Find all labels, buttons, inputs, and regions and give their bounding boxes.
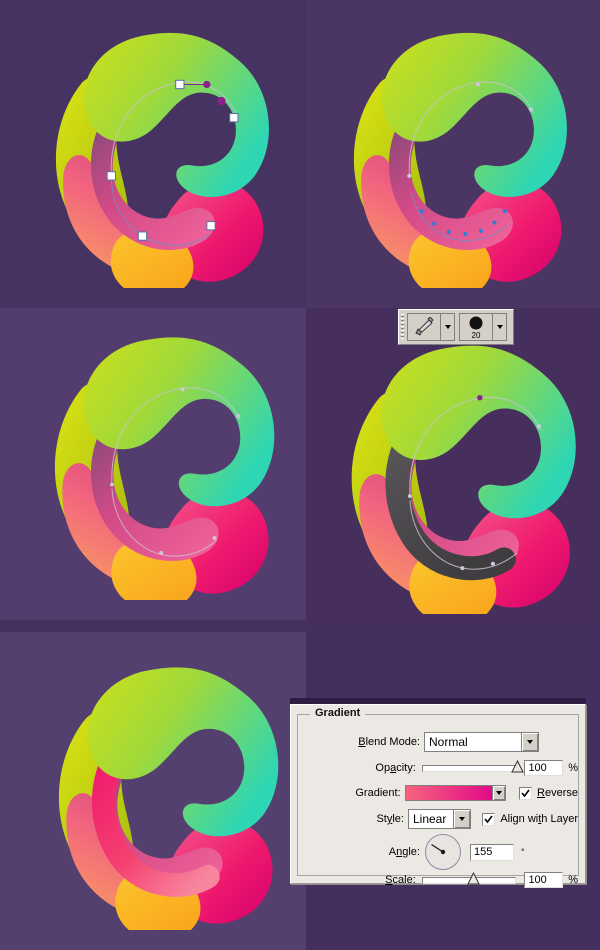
brush-tool-selector[interactable] <box>407 313 455 341</box>
style-label: Style: <box>376 813 404 825</box>
angle-label: Angle: <box>388 846 420 858</box>
opacity-unit: % <box>568 762 578 774</box>
canvas-panel-step-5 <box>0 632 306 950</box>
chevron-down-icon <box>444 325 451 329</box>
angle-unit: ° <box>521 847 525 857</box>
scale-value: 100 <box>528 874 547 886</box>
angle-value: 155 <box>474 846 493 858</box>
gradient-label: Gradient: <box>355 787 401 799</box>
blend-mode-row: Blend Mode: Normal <box>298 731 578 753</box>
align-with-layer-checkbox[interactable] <box>482 812 496 826</box>
pen-path-overlay-3[interactable] <box>20 322 298 600</box>
brush-tool-dropdown[interactable] <box>441 314 454 340</box>
gradient-row: Gradient: Reverse <box>298 783 578 803</box>
gradient-preview-swatch[interactable] <box>404 785 494 801</box>
pen-path-overlay-4[interactable] <box>316 330 600 614</box>
brush-tip-circle-icon[interactable]: 20 <box>460 314 493 340</box>
pen-path-overlay-2[interactable] <box>320 18 590 288</box>
brush-size-selector[interactable]: 20 <box>459 313 507 341</box>
reverse-label: Reverse <box>537 787 578 799</box>
blend-mode-label: Blend Mode: <box>358 736 420 748</box>
gradient-groupbox: Gradient Blend Mode: Normal Opacity: 100… <box>297 707 579 888</box>
canvas-panel-step-1 <box>0 0 306 308</box>
canvas-panel-step-3 <box>0 308 306 620</box>
chevron-down-icon <box>496 325 503 329</box>
reverse-checkbox[interactable] <box>519 786 533 800</box>
angle-input[interactable]: 155 <box>470 843 514 861</box>
blend-mode-select[interactable]: Normal <box>424 732 539 752</box>
scale-row: Scale: 100 % <box>298 871 578 889</box>
pen-path-overlay-1[interactable] <box>22 18 292 288</box>
style-select[interactable]: Linear <box>407 809 472 829</box>
chevron-down-icon[interactable] <box>521 733 538 751</box>
paintbrush-icon[interactable] <box>408 314 441 340</box>
scale-label: Scale: <box>385 874 416 886</box>
align-with-layer-label: Align with Layer <box>500 813 578 825</box>
scale-input[interactable]: 100 <box>524 872 564 888</box>
panel-gap-strip <box>0 620 306 632</box>
groupbox-title: Gradient <box>310 707 366 719</box>
gradient-dialog[interactable]: Gradient Blend Mode: Normal Opacity: 100… <box>290 704 586 888</box>
scale-slider[interactable] <box>421 871 517 884</box>
angle-row: Angle: 155 ° <box>298 833 578 871</box>
brush-options-toolbar[interactable]: 20 <box>398 309 514 345</box>
gradient-dropdown[interactable] <box>493 785 507 801</box>
drag-gripper-icon[interactable] <box>401 314 404 340</box>
style-value: Linear <box>412 812 447 826</box>
opacity-row: Opacity: 100 % <box>298 759 578 777</box>
style-row: Style: Linear Align with Layer <box>298 808 578 830</box>
chevron-down-icon[interactable] <box>453 810 471 828</box>
opacity-value: 100 <box>528 762 547 774</box>
opacity-slider-thumb[interactable] <box>510 759 524 773</box>
scale-unit: % <box>568 874 578 886</box>
angle-dial-icon[interactable] <box>425 834 461 870</box>
opacity-label: Opacity: <box>375 762 416 774</box>
opacity-input[interactable]: 100 <box>524 760 564 776</box>
canvas-panel-step-4 <box>306 308 600 620</box>
scale-slider-thumb[interactable] <box>466 871 480 885</box>
canvas-panel-step-2 <box>306 0 600 308</box>
brush-size-dropdown[interactable] <box>493 314 506 340</box>
blend-mode-value: Normal <box>429 735 468 749</box>
letter-c-artwork-5 <box>24 652 302 930</box>
opacity-slider[interactable] <box>421 759 524 772</box>
screenshot-stage: 20 Gradient Blend Mode: Normal Opacity: <box>0 0 600 950</box>
brush-size-value: 20 <box>471 331 481 340</box>
